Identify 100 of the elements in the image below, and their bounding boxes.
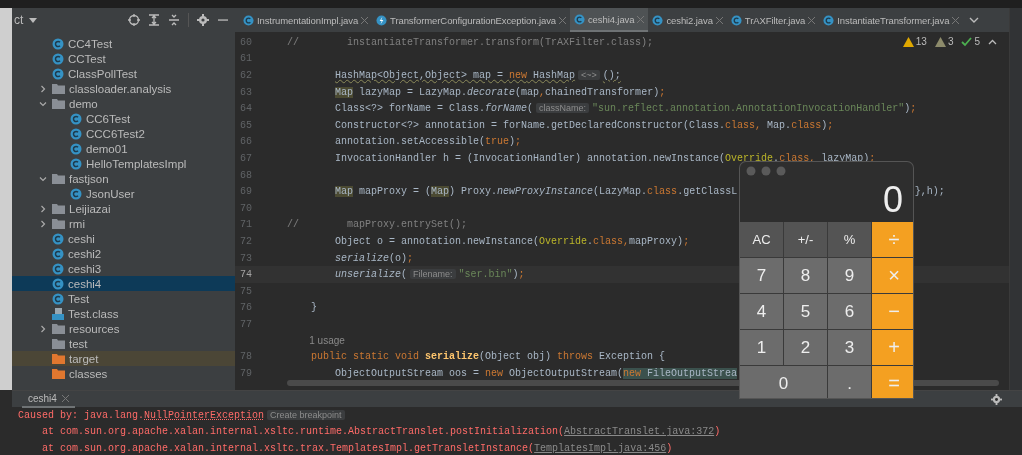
calculator-key[interactable]: AC — [740, 222, 783, 257]
close-icon[interactable] — [558, 16, 566, 24]
tree-item[interactable]: ceshi4 — [12, 276, 235, 291]
folder-icon — [52, 83, 65, 94]
calculator-display: 0 — [881, 178, 904, 222]
editor-tab[interactable]: ceshi2.java — [648, 8, 727, 32]
chevron-icon[interactable] — [39, 84, 47, 93]
settings-icon[interactable] — [197, 14, 209, 26]
tree-item[interactable]: target — [12, 351, 235, 366]
calculator-key[interactable]: 4 — [740, 294, 783, 329]
line-number: 71 — [239, 219, 253, 231]
editor-tab[interactable]: TrAXFilter.java — [726, 8, 820, 32]
calculator-key[interactable]: 3 — [828, 330, 871, 365]
tree-item[interactable]: resources — [12, 321, 235, 336]
chevron-icon[interactable] — [39, 99, 47, 108]
class-icon — [573, 13, 585, 25]
calculator-key[interactable]: % — [828, 222, 871, 257]
folder-icon — [52, 338, 65, 349]
tree-item[interactable]: ceshi — [12, 231, 235, 246]
console-line: Caused by: java.lang.NullPointerException Create breakpoint — [18, 409, 348, 421]
tree-item[interactable]: test — [12, 336, 235, 351]
class-icon — [70, 142, 82, 155]
tree-item[interactable]: CCTest — [12, 51, 235, 66]
calculator-key[interactable]: 9 — [828, 258, 871, 293]
code-line: Object o = annotation.newInstance(Override.class,mapProxy); — [334, 235, 690, 247]
line-number: 78 — [239, 351, 253, 363]
close-icon[interactable] — [952, 16, 960, 24]
code-line: // instantiateTransformer.transform(TrAXFilter.class); — [287, 36, 654, 48]
caret-icon[interactable] — [29, 17, 38, 23]
close-icon[interactable] — [61, 394, 69, 402]
panel-title[interactable]: ct — [14, 13, 24, 27]
tree-item[interactable]: fastjson — [12, 171, 235, 186]
class-icon — [823, 14, 835, 26]
class-icon — [70, 127, 82, 140]
tree-item[interactable]: JsonUser — [12, 186, 235, 201]
inspection-count: 13 — [915, 36, 927, 47]
expand-all-icon[interactable] — [148, 14, 160, 26]
tree-item[interactable]: Test.class — [12, 306, 235, 321]
calculator-key[interactable]: . — [828, 366, 871, 398]
calculator-key[interactable]: 2 — [784, 330, 827, 365]
class-icon — [52, 52, 64, 65]
code-line: Class<?> forName = Class.forName( className: "sun.reflect.annotation.AnnotationInvocationHandler"); — [334, 103, 917, 115]
collapse-all-icon[interactable] — [168, 14, 180, 26]
warning-icon[interactable] — [934, 36, 946, 47]
code-line: Map mapProxy = (Map) Proxy.newProxyInstance(LazyMap.class.getClassL — [334, 186, 738, 198]
tree-item[interactable]: ceshi2 — [12, 246, 235, 261]
tree-item[interactable]: HelloTemplatesImpl — [12, 156, 235, 171]
code-line: serialize(o); — [334, 252, 414, 264]
tree-item[interactable]: Test — [12, 291, 235, 306]
warning-icon[interactable] — [902, 36, 914, 47]
tree-item[interactable]: ClassPollTest — [12, 66, 235, 81]
calculator-key[interactable]: 7 — [740, 258, 783, 293]
close-icon[interactable] — [715, 16, 723, 24]
tree-item[interactable]: Leijiazai — [12, 201, 235, 216]
tree-item[interactable]: classloader.analysis — [12, 81, 235, 96]
folder-icon — [52, 353, 65, 364]
chevron-down-icon[interactable] — [969, 17, 980, 23]
class-icon — [52, 67, 64, 80]
tree-item[interactable]: CC4Test — [12, 36, 235, 51]
line-number: 79 — [239, 368, 253, 380]
chevron-up-icon[interactable] — [988, 38, 997, 45]
tree-item[interactable]: demo — [12, 96, 235, 111]
folder-icon — [52, 203, 65, 214]
code-line: },h); — [914, 186, 945, 198]
editor-tab[interactable]: ceshi4.java — [569, 8, 649, 32]
chevron-icon[interactable] — [39, 174, 47, 183]
code-line: Map lazyMap = LazyMap.decorate(map,chainedTransformer); — [334, 86, 666, 98]
close-icon[interactable] — [361, 16, 369, 24]
chevron-icon[interactable] — [39, 204, 47, 213]
calculator-key[interactable]: 8 — [784, 258, 827, 293]
calculator-key[interactable]: 1 — [740, 330, 783, 365]
tree-item[interactable]: CC6Test — [12, 111, 235, 126]
chevron-icon[interactable] — [39, 324, 47, 333]
tree-item[interactable]: CCC6Test2 — [12, 126, 235, 141]
editor-tab[interactable]: TransformerConfigurationException.java — [372, 8, 570, 32]
run-tab[interactable]: ceshi4 — [22, 390, 75, 408]
close-icon[interactable] — [808, 16, 816, 24]
target-icon[interactable] — [128, 14, 140, 26]
folder-icon — [52, 323, 65, 334]
folder-icon — [52, 368, 65, 379]
settings-icon[interactable] — [991, 393, 1002, 405]
check-icon[interactable] — [961, 36, 973, 47]
tree-item[interactable]: ceshi3 — [12, 261, 235, 276]
folder-icon — [52, 218, 65, 229]
line-number: 73 — [239, 252, 253, 264]
chevron-icon[interactable] — [39, 219, 47, 228]
calculator-key[interactable]: 0 — [740, 366, 827, 398]
calculator-key[interactable]: 6 — [828, 294, 871, 329]
line-number: 74 — [239, 269, 253, 281]
calculator-key[interactable]: +/- — [784, 222, 827, 257]
class-icon — [52, 277, 64, 290]
editor-tab[interactable]: InstantiateTransformer.java — [819, 8, 964, 32]
tree-item[interactable]: rmi — [12, 216, 235, 231]
line-number: 67 — [239, 152, 253, 164]
tree-item[interactable]: classes — [12, 366, 235, 381]
tree-item[interactable]: demo01 — [12, 141, 235, 156]
line-number: 63 — [239, 86, 253, 98]
usage-hint[interactable]: 1 usage — [309, 335, 345, 347]
calculator-key[interactable]: 5 — [784, 294, 827, 329]
editor-tab[interactable]: InstrumentationImpl.java — [239, 8, 373, 32]
